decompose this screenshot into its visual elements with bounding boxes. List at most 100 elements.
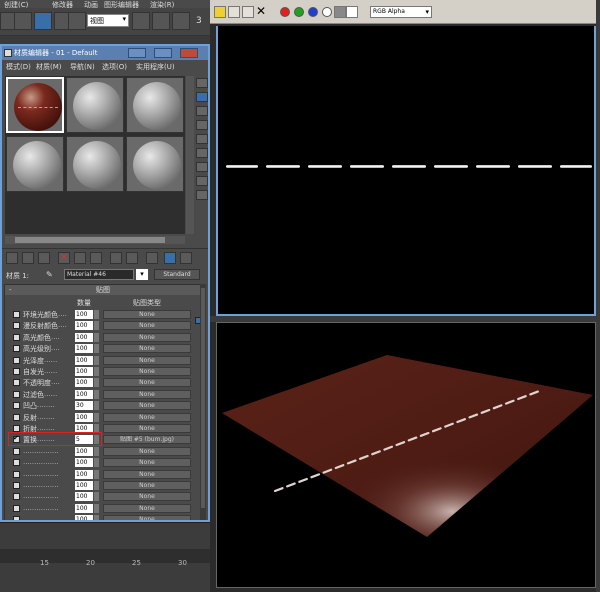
map-slot-button[interactable]: None [103,492,191,502]
pivot-icon[interactable] [132,12,150,30]
material-name-input[interactable]: Material #46 [64,269,134,280]
map-slot-button[interactable]: None [103,458,191,468]
map-amount-input[interactable]: 30 [75,401,93,411]
amount-spinner[interactable] [94,389,99,399]
amount-spinner[interactable] [94,378,99,388]
map-enable-checkbox[interactable] [13,413,20,421]
map-amount-input[interactable]: 100 [75,469,93,479]
map-enable-checkbox[interactable] [13,379,20,387]
alpha-channel-toggle[interactable] [322,7,332,17]
video-color-check-icon[interactable] [196,134,208,144]
sample-slot-6[interactable] [126,136,184,192]
map-amount-input[interactable]: 100 [75,446,93,456]
map-slot-button[interactable]: None [103,469,191,479]
amount-spinner[interactable] [94,412,99,422]
amount-spinner[interactable] [94,458,99,468]
map-enable-checkbox[interactable] [13,504,20,512]
amount-spinner[interactable] [94,515,99,520]
pick-material-icon[interactable]: ✎ [46,270,53,279]
sample-uv-tiling-icon[interactable] [196,120,208,130]
maps-vertical-scrollbar[interactable] [200,284,206,520]
map-enable-checkbox[interactable] [13,447,20,455]
menu-navigation[interactable]: 导航(N) [70,62,95,72]
select-region-icon[interactable] [14,12,32,30]
amount-spinner[interactable] [94,401,99,411]
map-slot-button[interactable]: None [103,355,191,365]
clear-icon[interactable]: ✕ [256,4,266,18]
map-enable-checkbox[interactable] [13,390,20,398]
map-slot-button[interactable]: None [103,481,191,490]
map-slot-button[interactable]: None [103,401,191,411]
scroll-thumb[interactable] [15,237,165,243]
map-slot-button[interactable]: None [103,344,191,354]
map-amount-input[interactable]: 100 [75,481,93,490]
material-name-dropdown[interactable]: ▾ [136,269,148,280]
menu-modes[interactable]: 模式(D) [6,62,31,72]
map-amount-input[interactable]: 100 [75,458,93,468]
make-preview-icon[interactable] [196,148,208,158]
menu-animation[interactable]: 动画 [84,0,98,8]
copy-image-icon[interactable] [228,6,240,18]
put-to-scene-icon[interactable] [22,252,34,264]
scale-icon[interactable] [68,12,86,30]
map-enable-checkbox[interactable] [13,493,20,501]
amount-spinner[interactable] [94,321,99,331]
map-slot-button[interactable]: None [103,310,191,319]
menu-material[interactable]: 材质(M) [36,62,62,72]
amount-spinner[interactable] [94,310,99,319]
monochrome-icon[interactable] [334,6,346,18]
amount-spinner[interactable] [94,344,99,354]
select-manipulate-icon[interactable] [152,12,170,30]
blue-channel-toggle[interactable] [308,7,318,17]
amount-spinner[interactable] [94,503,99,513]
background-icon[interactable] [196,106,208,116]
show-end-result-icon[interactable] [164,252,176,264]
menu-options[interactable]: 选项(O) [102,62,127,72]
map-slot-button[interactable]: None [103,367,191,376]
slots-horizontal-scrollbar[interactable] [5,236,185,244]
reset-map-icon[interactable]: ✕ [58,252,70,264]
material-id-channel-icon[interactable] [126,252,138,264]
amount-spinner[interactable] [94,424,99,433]
map-amount-input[interactable]: 100 [75,424,93,433]
menu-rendering[interactable]: 渲染(R) [150,0,174,8]
minimize-button[interactable] [128,48,146,58]
sample-slot-4[interactable] [6,136,64,192]
snap-toggle-label[interactable]: 3 [196,16,202,26]
perspective-viewport[interactable] [216,322,596,588]
map-slot-button[interactable]: 贴图 #5 (bum.jpg) [103,435,191,445]
map-amount-input[interactable]: 100 [75,492,93,502]
reference-coordinate-select[interactable]: 视图 [87,14,129,27]
red-channel-toggle[interactable] [280,7,290,17]
amount-spinner[interactable] [94,332,99,342]
slots-vertical-scrollbar[interactable] [186,76,194,234]
save-image-icon[interactable] [214,6,226,18]
map-slot-button[interactable]: None [103,378,191,388]
map-enable-checkbox[interactable] [13,459,20,467]
sample-slot-1[interactable] [6,77,64,133]
map-amount-input[interactable]: 100 [75,378,93,388]
map-amount-input[interactable]: 100 [75,503,93,513]
map-amount-input[interactable]: 100 [75,367,93,376]
map-enable-checkbox[interactable] [13,333,20,341]
map-enable-checkbox[interactable] [13,482,20,489]
amount-spinner[interactable] [94,481,99,490]
select-by-material-icon[interactable] [196,176,208,186]
color-swatch[interactable] [346,6,358,18]
map-slot-button[interactable]: None [103,503,191,513]
sample-type-icon[interactable] [196,78,208,88]
menu-graph-editors[interactable]: 图形编辑器 [104,0,139,8]
map-enable-checkbox[interactable] [13,356,20,364]
restore-button[interactable] [154,48,172,58]
options-icon[interactable] [196,162,208,172]
map-enable-checkbox[interactable] [13,311,20,318]
sample-slot-2[interactable] [66,77,124,133]
map-slot-button[interactable]: None [103,515,191,520]
amount-spinner[interactable] [94,367,99,376]
amount-spinner[interactable] [94,446,99,456]
map-slot-button[interactable]: None [103,389,191,399]
map-amount-input[interactable]: 100 [75,310,93,319]
map-slot-button[interactable]: None [103,424,191,433]
map-amount-input[interactable]: 100 [75,389,93,399]
move-icon[interactable] [34,12,52,30]
